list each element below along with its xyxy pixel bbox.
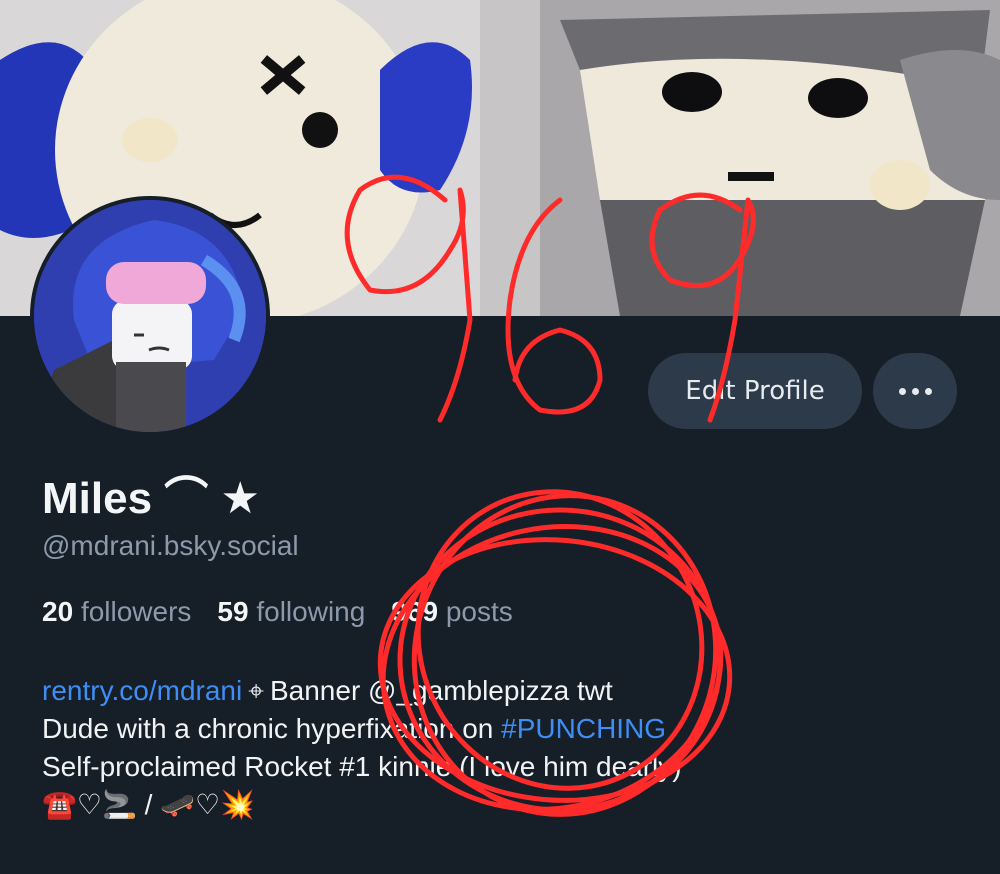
followers-count: 20 <box>42 596 74 627</box>
profile-page: Edit Profile Miles ⌒ ★ @mdrani.bsky.soci… <box>0 0 1000 874</box>
bio-line-4-emoji: ☎️♡🚬 / 🛹♡💥 <box>42 789 255 820</box>
display-name: Miles ⌒ ★ <box>42 474 260 523</box>
following-label: following <box>256 596 366 627</box>
bio-line-2: Dude with a chronic hyperfixation on #PU… <box>42 710 942 748</box>
crosshair-icon: ⌖ <box>248 675 264 706</box>
profile-bio: rentry.co/mdrani ⌖ Banner @_gamblepizza tw… <box>42 672 942 824</box>
following-stat[interactable]: 59 following <box>217 596 365 628</box>
bio-link[interactable]: rentry.co/mdrani <box>42 675 242 706</box>
profile-handle: @mdrani.bsky.social <box>42 530 299 561</box>
bio-line-1-text: Banner @_gamblepizza twt <box>269 675 613 706</box>
bio-line-3: Self-proclaimed Rocket #1 kinnie (I love… <box>42 751 682 782</box>
posts-stat: 969 posts <box>391 596 512 628</box>
profile-stats: 20 followers 59 following 969 posts <box>42 596 513 628</box>
edit-profile-label: Edit Profile <box>685 376 825 406</box>
bio-line-1: rentry.co/mdrani ⌖ Banner @_gamblepizza tw… <box>42 672 942 710</box>
following-count: 59 <box>217 596 249 627</box>
ellipsis-icon <box>911 387 919 395</box>
followers-stat[interactable]: 20 followers <box>42 596 191 628</box>
bio-line-2-text: Dude with a chronic hyperfixation on <box>42 713 502 744</box>
followers-label: followers <box>80 596 192 627</box>
more-options-button[interactable] <box>873 353 957 429</box>
ellipsis-icon <box>924 387 932 395</box>
posts-count: 969 <box>391 596 439 627</box>
posts-label: posts <box>445 596 513 627</box>
avatar[interactable] <box>30 196 270 436</box>
ellipsis-icon <box>898 387 906 395</box>
edit-profile-button[interactable]: Edit Profile <box>648 353 862 429</box>
bio-hashtag-link[interactable]: #PUNCHING <box>501 713 666 744</box>
avatar-image <box>34 200 266 432</box>
